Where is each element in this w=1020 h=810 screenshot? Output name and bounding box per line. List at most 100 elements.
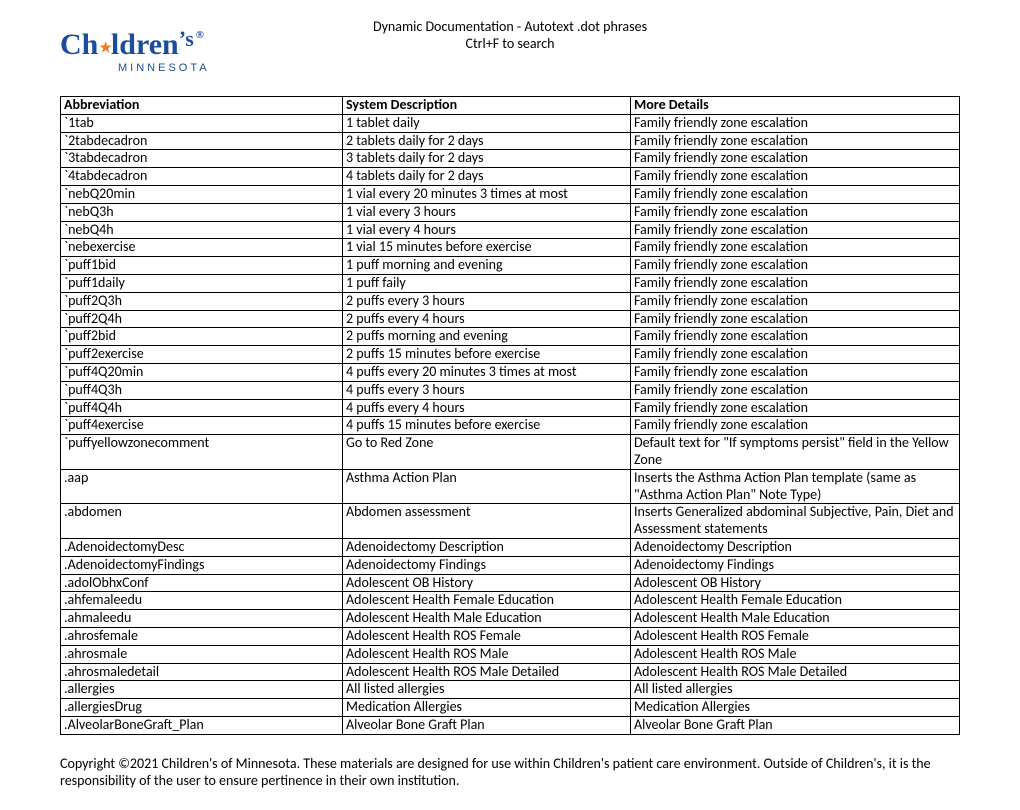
cell: `4tabdecadron (61, 168, 343, 186)
cell: Alveolar Bone Graft Plan (631, 716, 960, 734)
cell: 1 vial every 20 minutes 3 times at most (343, 185, 631, 203)
cell: Family friendly zone escalation (631, 168, 960, 186)
cell: Adolescent Health Male Education (343, 610, 631, 628)
cell: Adolescent Health Male Education (631, 610, 960, 628)
cell: Medication Allergies (631, 699, 960, 717)
cell: `2tabdecadron (61, 132, 343, 150)
table-row: `4tabdecadron4 tablets daily for 2 daysF… (61, 168, 960, 186)
table-row: .ahrosmaleAdolescent Health ROS MaleAdol… (61, 645, 960, 663)
cell: 1 puff morning and evening (343, 257, 631, 275)
table-row: `2tabdecadron2 tablets daily for 2 daysF… (61, 132, 960, 150)
cell: Family friendly zone escalation (631, 239, 960, 257)
table-row: .aapAsthma Action PlanInserts the Asthma… (61, 469, 960, 504)
cell: Adolescent OB History (631, 574, 960, 592)
cell: .AdenoidectomyDesc (61, 538, 343, 556)
table-row: .ahrosfemaleAdolescent Health ROS Female… (61, 627, 960, 645)
cell: Adolescent Health Female Education (631, 592, 960, 610)
cell: Adenoidectomy Findings (343, 556, 631, 574)
table-row: `puff4Q20min4 puffs every 20 minutes 3 t… (61, 363, 960, 381)
cell: Adenoidectomy Description (631, 538, 960, 556)
cell: 4 puffs every 3 hours (343, 381, 631, 399)
cell: Family friendly zone escalation (631, 363, 960, 381)
table-row: `puff2Q4h2 puffs every 4 hoursFamily fri… (61, 310, 960, 328)
cell: Adolescent Health ROS Male (343, 645, 631, 663)
cell: Adolescent Health ROS Female (343, 627, 631, 645)
table-row: `puffyellowzonecommentGo to Red ZoneDefa… (61, 435, 960, 470)
cell: `puff1daily (61, 274, 343, 292)
table-row: .AlveolarBoneGraft_PlanAlveolar Bone Gra… (61, 716, 960, 734)
cell: 1 vial every 3 hours (343, 203, 631, 221)
cell: `puff4Q4h (61, 399, 343, 417)
cell: `nebQ3h (61, 203, 343, 221)
document-header: Dynamic Documentation - Autotext .dot ph… (60, 18, 960, 90)
cell: `3tabdecadron (61, 150, 343, 168)
cell: 4 puffs every 4 hours (343, 399, 631, 417)
cell: Default text for "If symptoms persist" f… (631, 435, 960, 470)
cell: 3 tablets daily for 2 days (343, 150, 631, 168)
table-row: `puff1daily1 puff failyFamily friendly z… (61, 274, 960, 292)
table-row: `nebexercise1 vial 15 minutes before exe… (61, 239, 960, 257)
cell: `puffyellowzonecomment (61, 435, 343, 470)
cell: Family friendly zone escalation (631, 399, 960, 417)
cell: 4 puffs 15 minutes before exercise (343, 417, 631, 435)
table-row: `1tab1 tablet dailyFamily friendly zone … (61, 114, 960, 132)
table-row: `puff2bid2 puffs morning and eveningFami… (61, 328, 960, 346)
cell: Family friendly zone escalation (631, 346, 960, 364)
cell: `nebexercise (61, 239, 343, 257)
cell: Family friendly zone escalation (631, 114, 960, 132)
logo: Ch★ldren’s® MINNESOTA (60, 30, 210, 74)
cell: Family friendly zone escalation (631, 310, 960, 328)
cell: Family friendly zone escalation (631, 150, 960, 168)
copyright-footer: Copyright ©2021 Children's of Minnesota.… (60, 755, 960, 790)
table-row: `puff4exercise4 puffs 15 minutes before … (61, 417, 960, 435)
table-header-row: Abbreviation System Description More Det… (61, 97, 960, 115)
cell: `puff1bid (61, 257, 343, 275)
cell: Family friendly zone escalation (631, 381, 960, 399)
table-row: .allergiesDrugMedication AllergiesMedica… (61, 699, 960, 717)
table-header: Abbreviation System Description More Det… (61, 97, 960, 115)
cell: `nebQ4h (61, 221, 343, 239)
phrases-table: Abbreviation System Description More Det… (60, 96, 960, 735)
cell: 2 puffs morning and evening (343, 328, 631, 346)
cell: Adolescent Health ROS Male (631, 645, 960, 663)
cell: Medication Allergies (343, 699, 631, 717)
table-row: `puff2Q3h2 puffs every 3 hoursFamily fri… (61, 292, 960, 310)
table-row: .AdenoidectomyDesc Adenoidectomy Descript… (61, 538, 960, 556)
cell: .aap (61, 469, 343, 504)
table-row: .abdomenAbdomen assessmentInserts Genera… (61, 504, 960, 539)
table-row: `nebQ20min1 vial every 20 minutes 3 time… (61, 185, 960, 203)
cell: Family friendly zone escalation (631, 292, 960, 310)
logo-text-apos: ’s (179, 28, 194, 50)
col-abbreviation: Abbreviation (61, 97, 343, 115)
table-row: .ahmaleeduAdolescent Health Male Educati… (61, 610, 960, 628)
cell: 2 puffs every 3 hours (343, 292, 631, 310)
table-row: `3tabdecadron3 tablets daily for 2 daysF… (61, 150, 960, 168)
col-system-description: System Description (343, 97, 631, 115)
cell: 2 tablets daily for 2 days (343, 132, 631, 150)
table-row: `puff1bid1 puff morning and eveningFamil… (61, 257, 960, 275)
cell: .abdomen (61, 504, 343, 539)
cell: `puff4exercise (61, 417, 343, 435)
cell: .adolObhxConf (61, 574, 343, 592)
logo-sub: MINNESOTA (60, 62, 210, 74)
table-row: `nebQ4h1 vial every 4 hoursFamily friend… (61, 221, 960, 239)
cell: .allergiesDrug (61, 699, 343, 717)
table-row: .adolObhxConfAdolescent OB HistoryAdoles… (61, 574, 960, 592)
cell: Adolescent Health Female Education (343, 592, 631, 610)
table-row: .AdenoidectomyFindingsAdenoidectomy Find… (61, 556, 960, 574)
cell: Adolescent OB History (343, 574, 631, 592)
cell: Inserts Generalized abdominal Subjective… (631, 504, 960, 539)
table-row: `puff4Q4h4 puffs every 4 hoursFamily fri… (61, 399, 960, 417)
cell: Adolescent Health ROS Male Detailed (343, 663, 631, 681)
logo-text-children: Ch★ldren (60, 30, 179, 60)
document-page: Dynamic Documentation - Autotext .dot ph… (0, 0, 1020, 810)
table-row: .ahrosmaledetailAdolescent Health ROS Ma… (61, 663, 960, 681)
table-row: .allergiesAll listed allergiesAll listed… (61, 681, 960, 699)
cell: 1 tablet daily (343, 114, 631, 132)
cell: `1tab (61, 114, 343, 132)
cell: .AdenoidectomyFindings (61, 556, 343, 574)
cell: Abdomen assessment (343, 504, 631, 539)
cell: 2 puffs 15 minutes before exercise (343, 346, 631, 364)
table-row: `nebQ3h1 vial every 3 hoursFamily friend… (61, 203, 960, 221)
cell: .ahrosmaledetail (61, 663, 343, 681)
